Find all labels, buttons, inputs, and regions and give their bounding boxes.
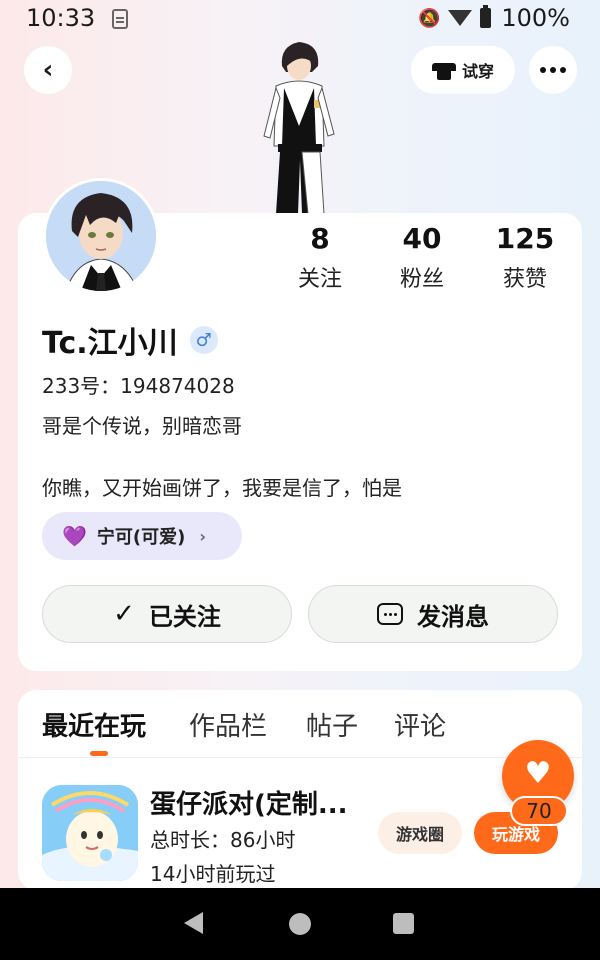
game-total-duration: 总时长：86小时 <box>150 828 296 852</box>
battery-percent: 100% <box>501 4 570 32</box>
send-message-button[interactable]: 发消息 <box>308 585 558 643</box>
character-illustration <box>263 42 335 214</box>
game-icon-image <box>42 785 138 881</box>
shirt-icon <box>431 60 456 80</box>
try-on-label: 试穿 <box>461 62 494 81</box>
signature-quote: 你瞧，又开始画饼了，我要是信了，怕是 <box>42 476 402 500</box>
document-icon <box>112 9 128 29</box>
more-button[interactable] <box>529 46 577 94</box>
status-icons: 🔕 100% <box>418 4 570 32</box>
check-icon: ✓ <box>113 599 135 629</box>
followed-label: 已关注 <box>148 602 221 631</box>
tab-divider <box>18 757 582 758</box>
game-title[interactable]: 蛋仔派对(定制... <box>150 784 348 821</box>
try-on-button[interactable]: 试穿 <box>411 46 515 94</box>
stat-following-count: 8 <box>310 222 330 255</box>
tab-posts[interactable]: 帖子 <box>306 706 358 743</box>
stat-likes-label: 获赞 <box>502 267 547 292</box>
cp-relation-chip[interactable]: 💜 宁可(可爱) › <box>42 512 242 560</box>
status-time: 10:33 <box>26 4 96 32</box>
stat-fans[interactable]: 40 粉丝 <box>377 222 467 293</box>
tab-comments[interactable]: 评论 <box>394 706 446 743</box>
stat-fans-count: 40 <box>402 222 442 255</box>
male-icon: ♂ <box>189 326 218 354</box>
game-last-played: 14小时前玩过 <box>150 862 276 886</box>
status-bar: 10:33 🔕 100% <box>0 0 600 40</box>
chevron-left-icon: ‹ <box>42 55 54 85</box>
battery-icon <box>480 5 492 28</box>
chat-bubble-icon <box>377 603 403 625</box>
nickname-row: Tc.江小川 ♂ <box>42 318 218 362</box>
chevron-right-icon: › <box>199 526 206 546</box>
game-icon[interactable] <box>42 785 138 881</box>
cp-relation-label: 宁可(可爱) <box>96 527 186 548</box>
nav-back-icon[interactable] <box>184 912 203 934</box>
avatar[interactable] <box>43 178 159 294</box>
bell-muted-icon: 🔕 <box>417 7 441 29</box>
stat-fans-label: 粉丝 <box>399 267 444 292</box>
double-heart-icon: 💜 <box>62 524 87 548</box>
game-circle-button[interactable]: 游戏圈 <box>378 812 462 854</box>
nav-home-icon[interactable] <box>289 913 311 935</box>
tab-active-indicator <box>90 751 108 756</box>
tab-works[interactable]: 作品栏 <box>189 706 267 743</box>
bio-text: 哥是个传说，别暗恋哥 <box>42 414 242 438</box>
nav-recents-icon[interactable] <box>393 913 414 934</box>
nickname: Tc.江小川 <box>42 326 178 361</box>
stat-following[interactable]: 8 关注 <box>275 222 365 293</box>
stat-likes-count: 125 <box>495 222 555 255</box>
avatar-image <box>46 181 156 291</box>
stat-following-label: 关注 <box>297 267 342 292</box>
wifi-icon <box>448 10 473 26</box>
heart-icon: ♥ <box>524 755 552 791</box>
back-button[interactable]: ‹ <box>24 46 72 94</box>
send-message-label: 发消息 <box>417 602 489 631</box>
user-id: 233号：194874028 <box>42 374 235 398</box>
like-count: 70 <box>510 796 568 826</box>
stat-likes[interactable]: 125 获赞 <box>480 222 570 293</box>
tab-recent-play[interactable]: 最近在玩 <box>42 706 146 743</box>
more-dots-icon <box>540 67 566 73</box>
followed-button[interactable]: ✓ 已关注 <box>42 585 292 643</box>
